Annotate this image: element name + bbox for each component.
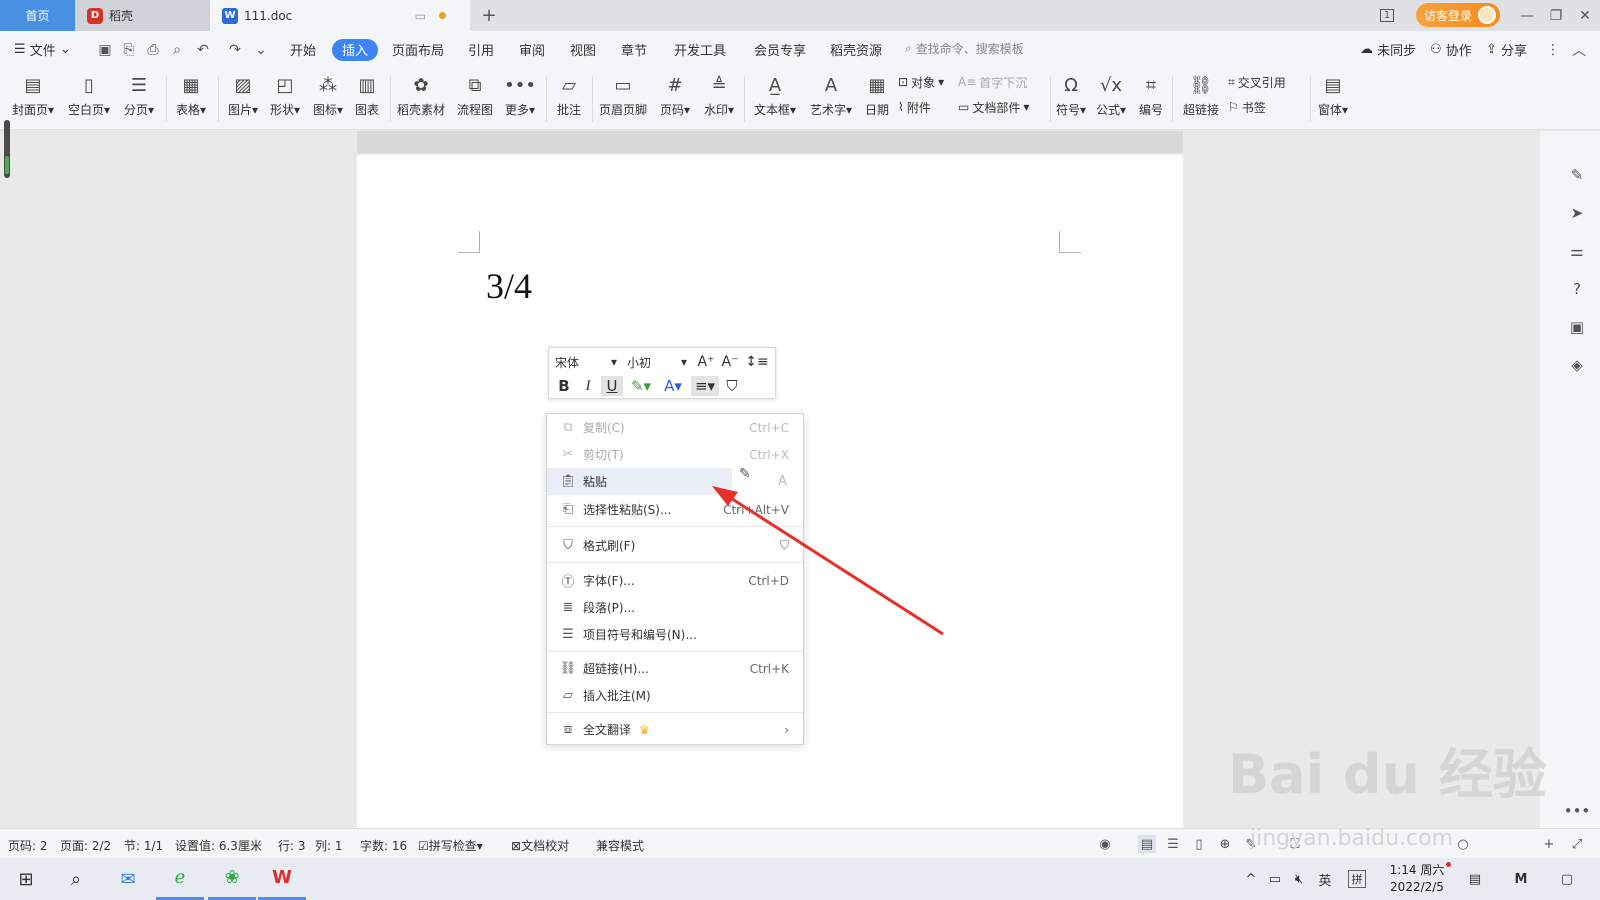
eye-protection-icon[interactable]: ◉ (1096, 835, 1114, 853)
clock-date: 2022/2/5 (1390, 880, 1444, 894)
status-setting-value[interactable]: 设置值: 6.3厘米 (175, 837, 262, 854)
clock-time: 1:14 周六 (1389, 863, 1445, 877)
spell-check-label: 拼写检查 (428, 839, 477, 853)
status-page-number[interactable]: 页码: 2 (8, 837, 48, 854)
tray-expand-icon[interactable]: ^ (1242, 870, 1260, 888)
checkbox-icon: ☑ (418, 839, 429, 853)
page-view-icon[interactable]: ▤ (1138, 835, 1156, 853)
windows-taskbar: ⊞ ⌕ ✉ ℯ ❀ W ^ ▭ 🔇︎ 英 拼 1:14 周六 2022/2/5 … (0, 858, 1600, 900)
arrow-head (712, 486, 738, 506)
input-language-indicator[interactable]: 英 (1316, 870, 1334, 889)
arrow-shaft (725, 493, 944, 636)
status-section[interactable]: 节: 1/1 (124, 837, 163, 854)
wechat-app-icon[interactable]: ❀ (208, 858, 256, 900)
sidebar-more-icon[interactable]: ••• (1564, 800, 1591, 822)
settings-sliders-icon[interactable]: ⚌ (1566, 240, 1588, 262)
web-view-icon[interactable]: ⊕ (1216, 835, 1234, 853)
outline-view-icon[interactable]: ☰ (1164, 835, 1182, 853)
doc-proof-label: 文档校对 (521, 839, 570, 853)
image-tool-icon[interactable]: ▣ (1566, 316, 1588, 338)
zoom-in-icon[interactable]: + (1540, 835, 1558, 853)
volume-muted-icon[interactable]: 🔇︎ (1290, 870, 1308, 888)
baidu-watermark-url: jingyan.baidu.com (1250, 826, 1453, 851)
watermark-url-text: jingyan.baidu.com (1250, 826, 1454, 851)
battery-icon[interactable]: ▭ (1266, 870, 1284, 888)
notification-dot (1446, 862, 1451, 867)
doc-proof-button[interactable]: ⊠文档校对 (511, 837, 569, 854)
mail-app-icon[interactable]: ✉ (104, 858, 152, 900)
location-icon[interactable]: ◈ (1566, 354, 1588, 376)
proof-icon: ⊠ (511, 839, 522, 853)
system-clock[interactable]: 1:14 周六 2022/2/5 (1380, 862, 1454, 896)
wps-app-icon[interactable]: W (258, 858, 306, 900)
notes-icon[interactable]: ▤ (1466, 870, 1484, 888)
status-pages[interactable]: 页面: 2/2 (60, 837, 111, 854)
action-center-icon[interactable]: ▢ (1558, 870, 1576, 888)
status-word-count[interactable]: 字数: 16 (360, 837, 407, 854)
spell-check-button[interactable]: ☑拼写检查▾ (418, 837, 483, 854)
browser-app-icon[interactable]: ℯ (156, 858, 204, 900)
watermark-brand: Bai du 经验 (1228, 743, 1547, 806)
read-mode-icon[interactable]: ▯ (1190, 835, 1208, 853)
fullscreen-icon[interactable]: ⤢ (1568, 835, 1586, 853)
status-row[interactable]: 行: 3 (278, 837, 306, 854)
ime-mode-indicator[interactable]: 拼 (1348, 870, 1366, 888)
baidu-watermark: Bai du 经验 (1228, 730, 1547, 809)
status-column[interactable]: 列: 1 (315, 837, 343, 854)
windows-start-icon[interactable]: ⊞ (2, 858, 50, 900)
zoom-reset-icon[interactable]: ○ (1454, 835, 1472, 853)
taskbar-search-icon[interactable]: ⌕ (52, 858, 100, 900)
compat-mode-label: 兼容模式 (596, 839, 645, 853)
app-tray-icon[interactable]: M (1512, 870, 1530, 888)
edit-pen-icon[interactable]: ✎ (1566, 164, 1588, 186)
select-cursor-icon[interactable]: ➤ (1566, 202, 1588, 224)
help-icon[interactable]: ? (1566, 278, 1588, 300)
right-sidebar (1540, 131, 1600, 828)
